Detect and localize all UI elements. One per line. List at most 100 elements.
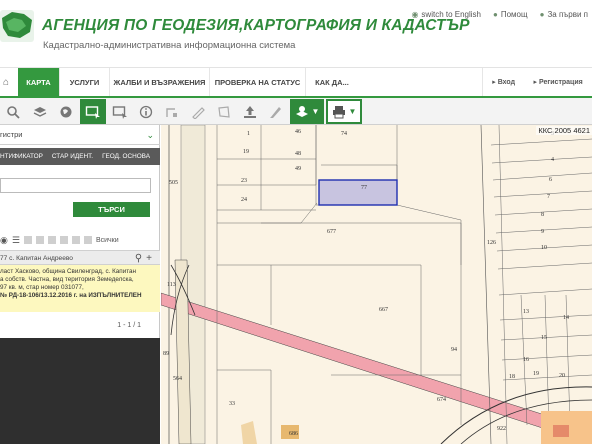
svg-text:19: 19 xyxy=(243,149,249,155)
result-pager: 1 - 1 / 1 xyxy=(117,322,141,329)
filter-parcels-icon[interactable] xyxy=(23,236,32,244)
result-actions: ⚲+ xyxy=(135,251,156,266)
tab-old-identifier[interactable]: СТАР ИДЕНТ. xyxy=(52,153,93,160)
result-title[interactable]: 77 с. Капитан Андреево xyxy=(0,255,73,262)
filter-other-icon[interactable] xyxy=(59,236,68,244)
filter-points-icon[interactable] xyxy=(71,236,80,244)
login-label: Вход xyxy=(497,79,516,86)
globe-icon[interactable] xyxy=(54,99,78,124)
svg-text:15: 15 xyxy=(541,335,547,341)
print-icon[interactable]: ▼ xyxy=(326,99,362,124)
agency-title: АГЕНЦИЯ ПО ГЕОДЕЗИЯ,КАРТОГРАФИЯ И КАДАСТ… xyxy=(42,17,470,34)
site-header: АГЕНЦИЯ ПО ГЕОДЕЗИЯ,КАРТОГРАФИЯ И КАДАСТ… xyxy=(0,0,592,68)
first-time-label: За първи п xyxy=(547,10,588,19)
all-label[interactable]: Всички xyxy=(96,237,119,244)
language-switch-label: switch to English xyxy=(421,10,482,19)
select-area-icon[interactable] xyxy=(108,99,132,124)
svg-text:7: 7 xyxy=(547,194,550,200)
svg-text:8: 8 xyxy=(541,212,544,218)
layers-icon[interactable] xyxy=(28,99,52,124)
help-label: Помощ xyxy=(500,10,528,19)
svg-text:922: 922 xyxy=(497,426,506,432)
svg-text:49: 49 xyxy=(295,166,301,172)
svg-text:505: 505 xyxy=(169,180,178,186)
search-panel: гистри ⌄ НТИФИКАТОР СТАР ИДЕНТ. ГЕОД. ОС… xyxy=(0,125,160,444)
svg-text:1: 1 xyxy=(247,131,250,137)
registry-select-label: гистри xyxy=(0,130,23,139)
svg-text:564: 564 xyxy=(173,376,182,382)
svg-text:23: 23 xyxy=(241,178,247,184)
svg-text:126: 126 xyxy=(487,240,496,246)
chevron-down-icon: ▼ xyxy=(311,107,320,116)
filter-units-icon[interactable] xyxy=(47,236,56,244)
draw-icon[interactable] xyxy=(264,99,288,124)
login-link[interactable]: ▸ Вход xyxy=(492,78,515,86)
svg-text:4: 4 xyxy=(551,157,554,163)
home-icon[interactable]: ⌂ xyxy=(0,68,12,96)
cadastral-map[interactable]: 1 46 74 3 19 48 4 49 505 23 77 6 24 7 67… xyxy=(161,125,592,444)
add-result-icon[interactable]: + xyxy=(146,253,156,264)
agency-logo xyxy=(0,10,34,42)
language-switch-link[interactable]: ◉ switch to English xyxy=(411,10,481,19)
result-details: ласт Хасково, община Свиленград, с. Капи… xyxy=(0,265,160,312)
globe-icon: ◉ xyxy=(411,10,419,19)
ruler-icon[interactable] xyxy=(186,99,210,124)
registry-select[interactable]: гистри ⌄ xyxy=(0,125,160,145)
svg-text:16: 16 xyxy=(523,357,529,363)
nav-complaints[interactable]: ЖАЛБИ И ВЪЗРАЖЕНИЯ xyxy=(110,68,210,96)
selected-parcel[interactable] xyxy=(318,179,398,206)
result-line: 97 кв. м, стар номер 031077, xyxy=(0,284,84,291)
svg-text:77: 77 xyxy=(361,185,367,191)
svg-text:18: 18 xyxy=(509,374,515,380)
svg-text:113: 113 xyxy=(167,282,176,288)
map-pin-icon[interactable]: ◉ xyxy=(0,235,8,246)
search-input[interactable] xyxy=(0,178,151,193)
main-nav: ⌂ КАРТА УСЛУГИ ЖАЛБИ И ВЪЗРАЖЕНИЯ ПРОВЕР… xyxy=(0,68,592,98)
nav-map[interactable]: КАРТА xyxy=(18,68,60,96)
layers-icon[interactable]: ☰ xyxy=(12,235,20,246)
search-button[interactable]: ТЪРСИ xyxy=(73,202,150,217)
svg-text:6: 6 xyxy=(549,177,552,183)
svg-text:14: 14 xyxy=(563,315,569,321)
svg-text:19: 19 xyxy=(533,371,539,377)
svg-text:89: 89 xyxy=(163,351,169,357)
panel-footer xyxy=(0,338,160,444)
select-rectangle-icon[interactable] xyxy=(80,99,106,124)
tab-geodetic-base[interactable]: ГЕОД. ОСНОВА xyxy=(102,153,150,160)
layers-dropdown-icon[interactable]: ▼ xyxy=(290,99,324,124)
user-icon: ● xyxy=(539,10,545,19)
svg-text:677: 677 xyxy=(327,229,336,235)
svg-text:48: 48 xyxy=(295,151,301,157)
nav-how-to[interactable]: КАК ДА... xyxy=(306,68,358,96)
filter-all-icon[interactable] xyxy=(83,236,92,244)
auth-links: ▸ Вход ▸ Регистрация xyxy=(482,68,592,96)
zoom-to-result-icon[interactable]: ⚲ xyxy=(135,253,146,264)
nav-services[interactable]: УСЛУГИ xyxy=(60,68,110,96)
chevron-down-icon: ⌄ xyxy=(146,130,154,140)
upload-icon[interactable] xyxy=(238,99,262,124)
svg-text:20: 20 xyxy=(559,373,565,379)
map-toolbar: ▼ ▼ xyxy=(0,98,592,125)
measure-distance-icon[interactable] xyxy=(160,99,184,124)
first-time-link[interactable]: ● За първи п xyxy=(540,10,588,19)
nav-status-check[interactable]: ПРОВЕРКА НА СТАТУС xyxy=(210,68,306,96)
coordinate-system-label: ККС 2005 4621 xyxy=(536,126,592,135)
svg-text:9: 9 xyxy=(541,229,544,235)
register-link[interactable]: ▸ Регистрация xyxy=(533,78,582,86)
measure-area-icon[interactable] xyxy=(212,99,236,124)
help-link[interactable]: ● Помощ xyxy=(493,10,528,19)
svg-text:74: 74 xyxy=(341,131,347,137)
register-label: Регистрация xyxy=(538,79,583,86)
result-line: а собств. Частна, вид територия Земеделс… xyxy=(0,276,134,283)
svg-text:13: 13 xyxy=(523,309,529,315)
map-canvas[interactable]: 1 46 74 3 19 48 4 49 505 23 77 6 24 7 67… xyxy=(161,125,592,444)
info-icon[interactable] xyxy=(134,99,158,124)
svg-text:46: 46 xyxy=(295,129,301,135)
tab-identifier[interactable]: НТИФИКАТОР xyxy=(0,153,43,160)
svg-text:94: 94 xyxy=(451,347,457,353)
zoom-icon[interactable] xyxy=(0,99,26,124)
top-links: ◉ switch to English ● Помощ ● За първи п xyxy=(411,10,588,19)
filter-buildings-icon[interactable] xyxy=(35,236,44,244)
result-line: ласт Хасково, община Свиленград, с. Капи… xyxy=(0,268,137,275)
svg-text:686: 686 xyxy=(289,431,298,437)
